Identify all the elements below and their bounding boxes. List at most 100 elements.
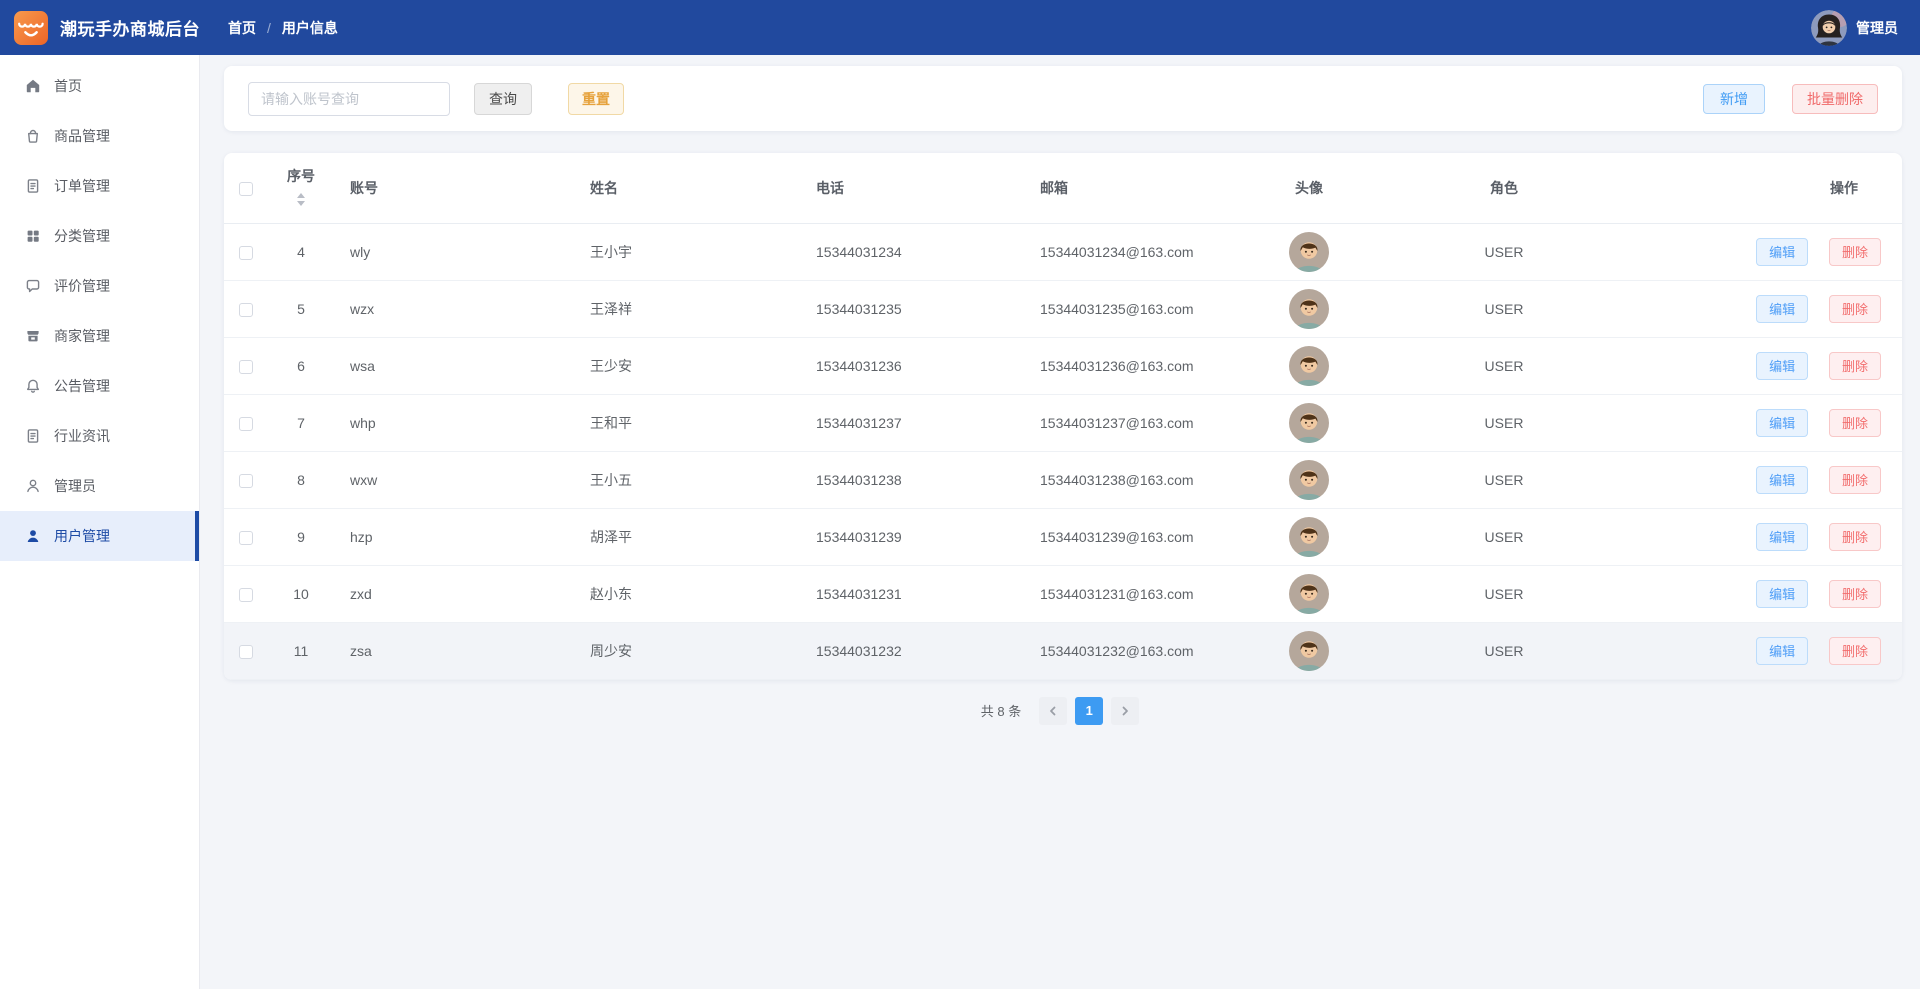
sidebar-item-label: 公告管理 (54, 378, 110, 394)
cell-phone: 15344031232 (800, 622, 1024, 680)
edit-button[interactable]: 编辑 (1756, 237, 1809, 266)
sidebar-item-products[interactable]: 商品管理 (0, 111, 199, 161)
admin-avatar[interactable] (1811, 9, 1847, 46)
header-user-area: 管理员 (1811, 9, 1898, 46)
delete-button[interactable]: 删除 (1828, 465, 1881, 494)
app-screen: 潮玩手办商城后台 首页 / 用户信息 管理员 首页 商品管理 订单管理 分类管理… (0, 0, 1920, 989)
row-checkbox[interactable] (239, 302, 253, 317)
edit-button[interactable]: 编辑 (1756, 408, 1809, 437)
edit-button[interactable]: 编辑 (1756, 465, 1809, 494)
sidebar-item-merchants[interactable]: 商家管理 (0, 311, 199, 361)
sidebar-item-industry-news[interactable]: 行业资讯 (0, 411, 199, 461)
order-doc-icon (25, 178, 41, 194)
main-layout: 首页 商品管理 订单管理 分类管理 评价管理 商家管理 公告管理 行业资讯 管理… (0, 55, 1920, 989)
pagination-page-1[interactable]: 1 (1075, 696, 1104, 725)
sidebar-item-label: 商品管理 (54, 128, 110, 144)
batch-delete-button[interactable]: 批量删除 (1792, 83, 1878, 114)
cell-actions: 编辑 删除 (1624, 508, 1902, 566)
storefront-icon (14, 10, 48, 45)
grid-icon (25, 228, 41, 244)
chevron-left-icon[interactable] (1039, 696, 1068, 725)
chevron-right-icon[interactable] (1111, 696, 1140, 725)
pagination-total: 共 8 条 (980, 704, 1022, 719)
bell-icon (25, 378, 41, 394)
cell-avatar (1234, 508, 1384, 566)
row-checkbox[interactable] (239, 587, 253, 602)
sidebar-item-users[interactable]: 用户管理 (0, 511, 199, 561)
cell-phone: 15344031237 (800, 394, 1024, 452)
column-header-avatar: 头像 (1234, 153, 1384, 224)
edit-button[interactable]: 编辑 (1756, 579, 1809, 608)
edit-button[interactable]: 编辑 (1756, 294, 1809, 323)
cell-actions: 编辑 删除 (1624, 280, 1902, 338)
reset-button[interactable]: 重置 (568, 82, 624, 115)
cell-role: USER (1384, 280, 1624, 338)
main-content: 查询 重置 新增 批量删除 (200, 55, 1920, 989)
column-header-index-sort[interactable]: 序号 (287, 166, 315, 210)
add-button[interactable]: 新增 (1703, 83, 1765, 114)
delete-button[interactable]: 删除 (1828, 351, 1881, 380)
table-row: 5 wzx 王泽祥 15344031235 15344031235@163.co… (224, 280, 1902, 338)
cell-role: USER (1384, 337, 1624, 395)
sidebar-item-label: 用户管理 (54, 528, 110, 544)
user-avatar (1289, 231, 1329, 272)
edit-button[interactable]: 编辑 (1756, 636, 1809, 665)
cell-email: 15344031232@163.com (1024, 622, 1234, 680)
cell-name: 赵小东 (574, 565, 800, 623)
user-filled-icon (25, 528, 41, 544)
table-row: 4 wly 王小宇 15344031234 15344031234@163.co… (224, 223, 1902, 281)
sidebar-item-home[interactable]: 首页 (0, 61, 199, 111)
store-icon (25, 328, 41, 344)
sidebar-item-reviews[interactable]: 评价管理 (0, 261, 199, 311)
cell-name: 王泽祥 (574, 280, 800, 338)
shopping-bag-icon (25, 128, 41, 144)
cell-name: 胡泽平 (574, 508, 800, 566)
delete-button[interactable]: 删除 (1828, 579, 1881, 608)
row-checkbox[interactable] (239, 359, 253, 374)
sidebar-item-label: 行业资讯 (54, 428, 110, 444)
account-search-input[interactable] (248, 81, 450, 116)
home-icon (25, 78, 41, 94)
sidebar-item-categories[interactable]: 分类管理 (0, 211, 199, 261)
edit-button[interactable]: 编辑 (1756, 522, 1809, 551)
delete-button[interactable]: 删除 (1828, 237, 1881, 266)
row-checkbox[interactable] (239, 245, 253, 260)
sidebar-item-announcements[interactable]: 公告管理 (0, 361, 199, 411)
column-header-phone: 电话 (800, 153, 1024, 224)
news-doc-icon (25, 428, 41, 444)
row-checkbox[interactable] (239, 473, 253, 488)
cell-role: USER (1384, 394, 1624, 452)
cell-index: 8 (268, 451, 334, 509)
delete-button[interactable]: 删除 (1828, 522, 1881, 551)
sort-caret-icon (297, 189, 305, 210)
breadcrumb: 首页 / 用户信息 (228, 18, 338, 38)
row-checkbox[interactable] (239, 644, 253, 659)
breadcrumb-current: 用户信息 (281, 19, 338, 36)
row-checkbox[interactable] (239, 416, 253, 431)
sidebar-item-orders[interactable]: 订单管理 (0, 161, 199, 211)
row-checkbox[interactable] (239, 530, 253, 545)
pagination: 共 8 条 1 (200, 696, 1920, 725)
sidebar-item-admins[interactable]: 管理员 (0, 461, 199, 511)
cell-actions: 编辑 删除 (1624, 565, 1902, 623)
cell-phone: 15344031236 (800, 337, 1024, 395)
sidebar-item-label: 商家管理 (54, 328, 110, 344)
sidebar: 首页 商品管理 订单管理 分类管理 评价管理 商家管理 公告管理 行业资讯 管理… (0, 55, 200, 989)
delete-button[interactable]: 删除 (1828, 636, 1881, 665)
sidebar-item-label: 评价管理 (54, 278, 110, 294)
user-avatar (1289, 288, 1329, 329)
cell-account: whp (334, 394, 574, 452)
cell-phone: 15344031235 (800, 280, 1024, 338)
comment-icon (25, 278, 41, 294)
edit-button[interactable]: 编辑 (1756, 351, 1809, 380)
table-row: 9 hzp 胡泽平 15344031239 15344031239@163.co… (224, 508, 1902, 566)
select-all-checkbox[interactable] (239, 181, 253, 196)
table-row: 8 wxw 王小五 15344031238 15344031238@163.co… (224, 451, 1902, 509)
user-avatar (1289, 459, 1329, 500)
delete-button[interactable]: 删除 (1828, 408, 1881, 437)
delete-button[interactable]: 删除 (1828, 294, 1881, 323)
users-table: 序号 账号 姓名 电话 邮箱 头像 角色 操作 4 wly 王小宇 153440… (224, 153, 1902, 680)
users-table-card: 序号 账号 姓名 电话 邮箱 头像 角色 操作 4 wly 王小宇 153440… (224, 153, 1902, 680)
breadcrumb-home[interactable]: 首页 (228, 18, 256, 38)
query-button[interactable]: 查询 (474, 82, 532, 115)
